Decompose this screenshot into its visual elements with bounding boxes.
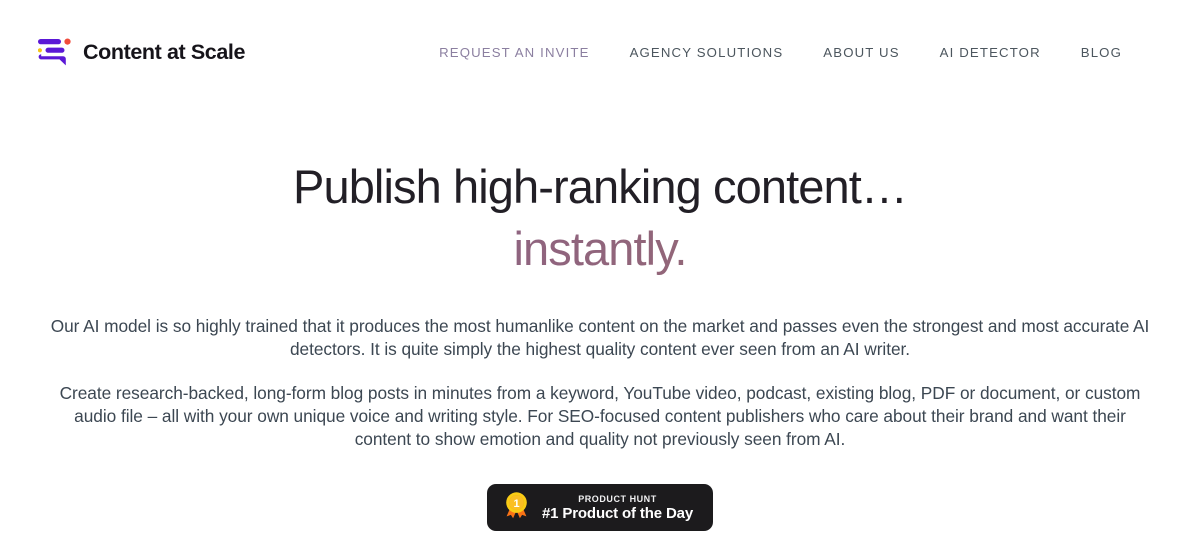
hero-section: Publish high-ranking content… instantly.…: [0, 104, 1200, 532]
brand-name: Content at Scale: [83, 39, 246, 64]
brand-logo-link[interactable]: Content at Scale: [38, 37, 245, 67]
nav-link-ai-detector[interactable]: AI DETECTOR: [940, 39, 1041, 66]
nav-link-request-an-invite[interactable]: REQUEST AN INVITE: [439, 39, 589, 66]
page-title: Publish high-ranking content… instantly.: [0, 156, 1200, 279]
badge-row: 1 PRODUCT HUNT #1 Product of the Day: [0, 484, 1200, 532]
main-navigation: REQUEST AN INVITE AGENCY SOLUTIONS ABOUT…: [439, 39, 1160, 66]
medal-number: 1: [513, 498, 519, 510]
product-hunt-eyebrow: PRODUCT HUNT: [578, 493, 657, 504]
nav-link-agency-solutions[interactable]: AGENCY SOLUTIONS: [630, 39, 784, 66]
content-at-scale-bars-logo-icon: [38, 37, 72, 67]
product-hunt-badge-text: PRODUCT HUNT #1 Product of the Day: [541, 493, 694, 522]
site-header: Content at Scale REQUEST AN INVITE AGENC…: [0, 0, 1200, 104]
nav-link-about-us[interactable]: ABOUT US: [823, 39, 899, 66]
nav-link-blog[interactable]: BLOG: [1081, 39, 1122, 66]
gold-medal-icon: 1: [502, 491, 531, 525]
hero-paragraph-2: Create research-backed, long-form blog p…: [59, 383, 1141, 449]
hero-title-line-2: instantly.: [0, 218, 1200, 280]
product-hunt-badge[interactable]: 1 PRODUCT HUNT #1 Product of the Day: [486, 484, 714, 532]
hero-description: Our AI model is so highly trained that i…: [50, 315, 1150, 450]
product-hunt-headline: #1 Product of the Day: [541, 504, 694, 522]
hero-title-line-1: Publish high-ranking content…: [293, 160, 908, 213]
hero-paragraph-1: Our AI model is so highly trained that i…: [50, 316, 1150, 359]
